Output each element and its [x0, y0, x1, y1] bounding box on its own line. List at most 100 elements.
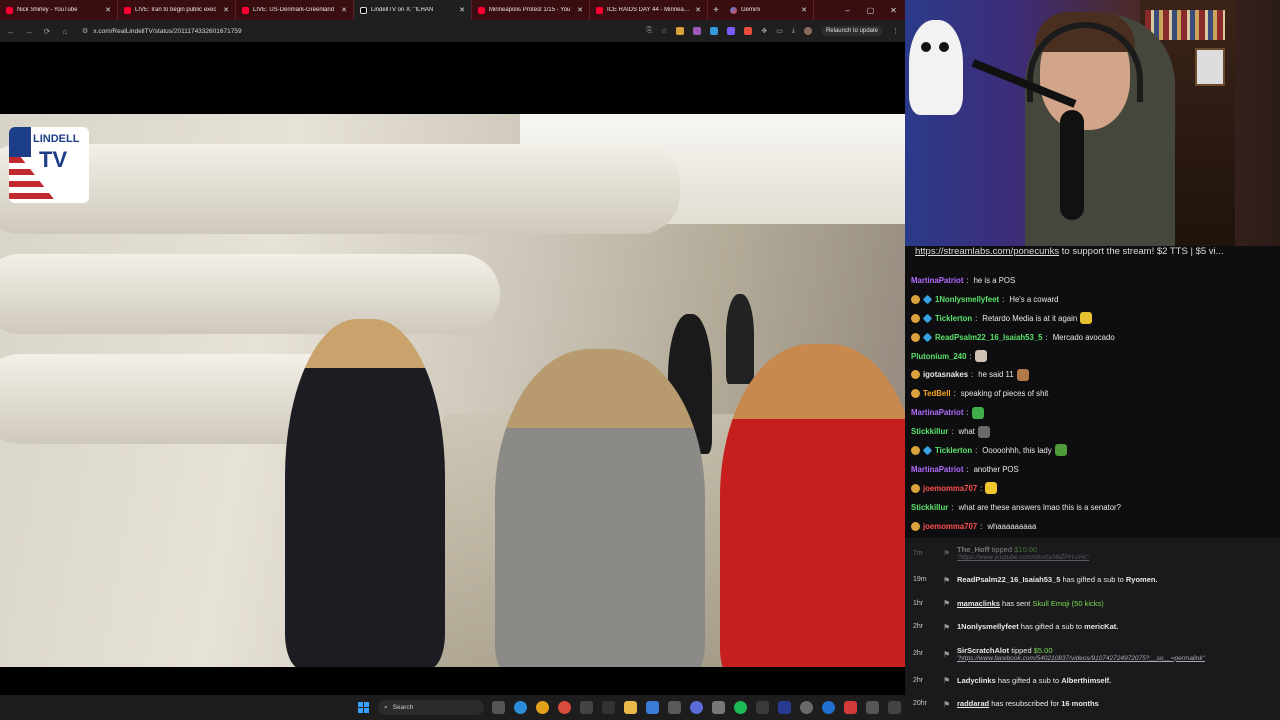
- close-tab-icon[interactable]: ✕: [341, 6, 347, 14]
- taskbar-search[interactable]: ⌕ Search: [378, 700, 484, 715]
- profile-avatar[interactable]: [803, 27, 812, 35]
- close-tab-icon[interactable]: ✕: [105, 6, 111, 14]
- app-icon[interactable]: [668, 701, 681, 714]
- app-icon[interactable]: [888, 701, 901, 714]
- folder-icon[interactable]: [624, 701, 637, 714]
- chat-username[interactable]: MartinaPatriot: [911, 276, 963, 285]
- start-icon[interactable]: [358, 702, 369, 713]
- event-username[interactable]: SirScratchAlot: [957, 646, 1009, 655]
- app-icon[interactable]: [844, 701, 857, 714]
- event-target: mericKat.: [1084, 622, 1119, 632]
- app-icon[interactable]: [580, 701, 593, 714]
- browser-tab[interactable]: LIVE: Iran to begin public exec ✕: [118, 0, 236, 20]
- separator: :: [971, 370, 974, 380]
- app-icon[interactable]: [646, 701, 659, 714]
- app-icon[interactable]: [778, 701, 791, 714]
- browser-tab[interactable]: LIVE: US-Denmark-Greenland ✕: [236, 0, 354, 20]
- gemini-icon: [730, 6, 737, 14]
- event-username[interactable]: ReadPsalm22_16_Isaiah53_5: [957, 575, 1060, 584]
- forward-button[interactable]: →: [24, 27, 34, 36]
- app-icon[interactable]: [756, 701, 769, 714]
- chat-username[interactable]: ReadPsalm22_16_Isaiah53_5: [935, 333, 1043, 342]
- home-button[interactable]: ⌂: [60, 27, 70, 36]
- minimize-button[interactable]: –: [836, 0, 859, 20]
- close-tab-icon[interactable]: ✕: [577, 6, 583, 14]
- chat-username[interactable]: joemomma707: [923, 484, 977, 493]
- chat-username[interactable]: Ticklerton: [935, 446, 972, 455]
- event-verb: tipped: [1009, 645, 1034, 655]
- browser-tab[interactable]: Minneapolis Protest 1/15 - You ✕: [472, 0, 590, 20]
- edge-icon[interactable]: [514, 701, 527, 714]
- back-button[interactable]: ←: [6, 27, 16, 36]
- gifter-badge-icon: [911, 389, 920, 399]
- download-icon[interactable]: ⤓: [792, 27, 795, 35]
- chat-username[interactable]: Plutonium_240: [911, 352, 966, 361]
- app-icon[interactable]: [800, 701, 813, 714]
- event-link[interactable]: "https://www.youtube.com/shorts/WiZPH-cH…: [957, 554, 1280, 561]
- chat-text: Retardo Media is at it again: [982, 313, 1078, 323]
- task-view-icon[interactable]: [492, 701, 505, 714]
- browser-tab[interactable]: LindellTV on X: "ILHAN ✕: [354, 0, 472, 20]
- close-tab-icon[interactable]: ✕: [801, 6, 807, 14]
- app-icon[interactable]: [690, 701, 703, 714]
- video-player[interactable]: LINDELL TV: [0, 42, 905, 695]
- webcam-overlay: [905, 0, 1280, 246]
- event-verb: tipped: [989, 545, 1015, 554]
- chrome-icon[interactable]: [536, 701, 549, 714]
- reload-button[interactable]: ⟳: [42, 27, 52, 36]
- app-icon[interactable]: [712, 701, 725, 714]
- extension-icon[interactable]: [710, 27, 719, 35]
- subscriber-badge-icon: [922, 313, 933, 323]
- relaunch-button[interactable]: Relaunch to update: [820, 26, 883, 36]
- event-username[interactable]: Ladyclinks: [957, 676, 996, 685]
- event-time: 2hr: [913, 623, 924, 631]
- extension-icon[interactable]: [727, 27, 736, 35]
- app-icon[interactable]: [602, 701, 615, 714]
- chat-username[interactable]: MartinaPatriot: [911, 465, 963, 474]
- close-window-button[interactable]: ✕: [882, 0, 905, 20]
- chat-username[interactable]: joemomma707: [923, 522, 977, 531]
- sidepanel-icon[interactable]: ▭: [776, 27, 783, 35]
- extensions-area: ⎘ ☆ ✥ ▭ ⤓ Relaunch to update ⋮: [606, 26, 899, 36]
- extension-icon[interactable]: [676, 27, 685, 35]
- app-icon[interactable]: [822, 701, 835, 714]
- maximize-button[interactable]: ▢: [859, 0, 882, 20]
- install-icon[interactable]: ⎘: [646, 27, 652, 35]
- youtube-icon: [6, 6, 13, 14]
- chat-username[interactable]: 1Nonlysmellyfeet: [935, 295, 999, 304]
- extension-icon[interactable]: [744, 27, 753, 35]
- chat-username[interactable]: MartinaPatriot: [911, 408, 963, 417]
- site-info-icon[interactable]: ⚙: [82, 27, 88, 35]
- browser-tab[interactable]: ICE RAIDS DAY 44 - Minneapoli ✕: [590, 0, 708, 20]
- extension-icon[interactable]: [693, 27, 702, 35]
- menu-kebab-icon[interactable]: ⋮: [892, 27, 899, 35]
- new-tab-button[interactable]: +: [708, 0, 724, 20]
- event-username[interactable]: mamaclinks: [957, 599, 1000, 608]
- spotify-icon[interactable]: [734, 701, 747, 714]
- puzzle-icon[interactable]: ✥: [761, 27, 767, 35]
- browser-tab[interactable]: Gemini ✕: [724, 0, 814, 20]
- event-username[interactable]: raddarad: [957, 699, 989, 708]
- bookmark-star-icon[interactable]: ☆: [661, 27, 667, 35]
- close-tab-icon[interactable]: ✕: [223, 6, 229, 14]
- browser-tab[interactable]: Nick Shirley - YouTube ✕: [0, 0, 118, 20]
- url-bar[interactable]: ⚙ x.com/RealLindellTV/status/20111743326…: [78, 24, 598, 38]
- chrome-icon[interactable]: [558, 701, 571, 714]
- chat-username[interactable]: igotasnakes: [923, 370, 968, 379]
- event-username[interactable]: 1Nonlysmellyfeet: [957, 622, 1019, 631]
- close-tab-icon[interactable]: ✕: [459, 6, 465, 14]
- chat-username[interactable]: TedBell: [923, 389, 951, 398]
- event-link[interactable]: "https://www.facebook.com/540210837/vide…: [957, 655, 1280, 662]
- youtube-icon: [596, 6, 603, 14]
- close-tab-icon[interactable]: ✕: [695, 6, 701, 14]
- chat-username[interactable]: Stickkillur: [911, 427, 948, 436]
- chat-username[interactable]: Ticklerton: [935, 314, 972, 323]
- chat-username[interactable]: Stickkillur: [911, 503, 948, 512]
- separator: :: [951, 427, 954, 437]
- event-username[interactable]: The_Hoff: [957, 545, 990, 554]
- kick-icon: ⚑: [943, 549, 951, 558]
- books: [1145, 10, 1225, 40]
- app-icon[interactable]: [866, 701, 879, 714]
- ticker-link[interactable]: https://streamlabs.com/ponecunks: [915, 246, 1059, 257]
- emote-icon: [971, 406, 984, 419]
